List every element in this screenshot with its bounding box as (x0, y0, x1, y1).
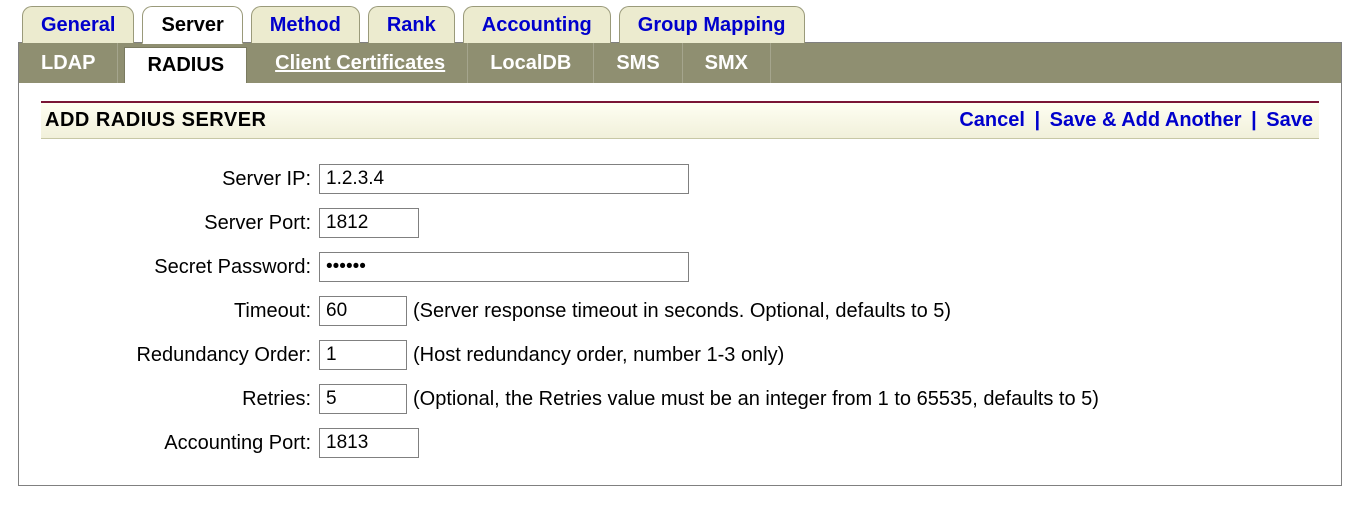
secret-password-field[interactable] (319, 252, 689, 282)
subtab-sms[interactable]: SMS (594, 43, 682, 83)
server-port-field[interactable] (319, 208, 419, 238)
subtab-radius[interactable]: RADIUS (124, 47, 247, 83)
hint-retries: (Optional, the Retries value must be an … (413, 388, 1099, 411)
label-server-ip: Server IP: (41, 168, 319, 191)
retries-field[interactable] (319, 384, 407, 414)
content-area: ADD RADIUS SERVER Cancel | Save & Add An… (19, 83, 1341, 465)
timeout-field[interactable] (319, 296, 407, 326)
tab-server[interactable]: Server (142, 6, 242, 44)
row-secret-password: Secret Password: (41, 245, 1319, 289)
subtab-smx[interactable]: SMX (683, 43, 771, 83)
accounting-port-field[interactable] (319, 428, 419, 458)
server-ip-field[interactable] (319, 164, 689, 194)
row-server-ip: Server IP: (41, 157, 1319, 201)
tab-accounting[interactable]: Accounting (463, 6, 611, 43)
hint-redundancy-order: (Host redundancy order, number 1-3 only) (413, 344, 784, 367)
label-secret-password: Secret Password: (41, 256, 319, 279)
title-row: ADD RADIUS SERVER Cancel | Save & Add An… (41, 101, 1319, 139)
row-accounting-port: Accounting Port: (41, 421, 1319, 465)
subtab-client-certs[interactable]: Client Certificates (253, 43, 468, 83)
save-add-another-button[interactable]: Save & Add Another (1050, 109, 1242, 131)
hint-timeout: (Server response timeout in seconds. Opt… (413, 300, 951, 323)
actions: Cancel | Save & Add Another | Save (959, 109, 1313, 132)
subtab-ldap[interactable]: LDAP (19, 43, 118, 83)
separator: | (1031, 109, 1045, 131)
form: Server IP: Server Port: Secret Password:… (41, 139, 1319, 465)
separator: | (1247, 109, 1261, 131)
cancel-button[interactable]: Cancel (959, 109, 1025, 131)
tab-group-mapping[interactable]: Group Mapping (619, 6, 805, 43)
label-accounting-port: Accounting Port: (41, 432, 319, 455)
row-redundancy-order: Redundancy Order: (Host redundancy order… (41, 333, 1319, 377)
label-redundancy-order: Redundancy Order: (41, 344, 319, 367)
redundancy-order-field[interactable] (319, 340, 407, 370)
tab-rank[interactable]: Rank (368, 6, 455, 43)
row-timeout: Timeout: (Server response timeout in sec… (41, 289, 1319, 333)
label-timeout: Timeout: (41, 300, 319, 323)
main-panel: LDAP RADIUS Client Certificates LocalDB … (18, 42, 1342, 486)
save-button[interactable]: Save (1266, 109, 1313, 131)
subtab-localdb[interactable]: LocalDB (468, 43, 594, 83)
page-title: ADD RADIUS SERVER (45, 109, 267, 132)
tab-method[interactable]: Method (251, 6, 360, 43)
top-tab-bar: General Server Method Rank Accounting Gr… (18, 6, 1342, 43)
label-retries: Retries: (41, 388, 319, 411)
tab-general[interactable]: General (22, 6, 134, 43)
sub-tab-bar: LDAP RADIUS Client Certificates LocalDB … (19, 43, 1341, 83)
label-server-port: Server Port: (41, 212, 319, 235)
row-server-port: Server Port: (41, 201, 1319, 245)
row-retries: Retries: (Optional, the Retries value mu… (41, 377, 1319, 421)
